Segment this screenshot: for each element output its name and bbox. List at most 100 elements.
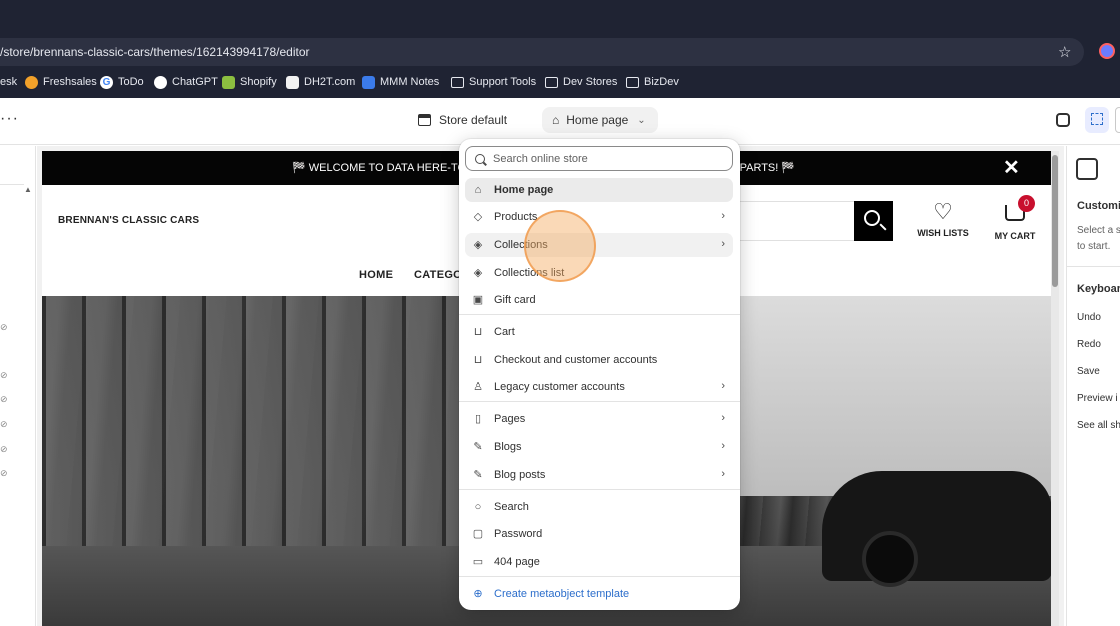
bookmark-chatgpt[interactable]: ChatGPT — [154, 74, 218, 90]
blog-post-icon: ✎ — [473, 469, 483, 481]
menu-item-search[interactable]: ○ Search — [465, 495, 733, 519]
menu-divider — [459, 314, 740, 315]
store-default-label: Store default — [439, 113, 508, 127]
page-icon: ▯ — [474, 413, 482, 425]
wish-lists-link[interactable]: ♡ WISH LISTS — [917, 199, 969, 239]
hidden-eye-icon[interactable]: ⊘ — [0, 370, 8, 380]
browser-address-row: /store/brennans-classic-cars/themes/1621… — [0, 36, 1120, 66]
profile-avatar-icon[interactable] — [1099, 43, 1115, 59]
search-icon: ○ — [474, 501, 482, 513]
menu-item-password[interactable]: ▢ Password — [465, 522, 733, 546]
bookmark-esk[interactable]: esk — [0, 74, 17, 90]
shopify-icon — [222, 75, 235, 89]
bookmarks-bar: esk Freshsales G ToDo ChatGPT Shopify DH2… — [0, 66, 1120, 98]
hidden-eye-icon[interactable]: ⊘ — [0, 322, 8, 332]
editor-top-bar: ··· Store default ⌂ Home page ⌄ — [0, 98, 1120, 145]
announcement-text: 🏁 WELCOME TO DATA HERE-TO-T — [292, 162, 477, 174]
menu-item-products[interactable]: ◇ Products › — [465, 205, 733, 229]
nav-home[interactable]: HOME — [359, 269, 393, 281]
scroll-up-icon[interactable]: ▲ — [24, 185, 32, 194]
menu-divider — [459, 489, 740, 490]
bookmark-dh2t[interactable]: DH2T.com — [286, 74, 355, 90]
search-icon — [475, 153, 485, 164]
home-icon: ⌂ — [552, 113, 560, 127]
close-icon[interactable]: ✕ — [1003, 151, 1020, 185]
bookmark-star-icon[interactable]: ☆ — [1058, 43, 1071, 61]
store-search-button[interactable] — [854, 201, 893, 241]
dh2t-icon — [286, 75, 299, 89]
settings-panel: Customiz Select a s to start. Keyboar Un… — [1066, 146, 1120, 626]
shortcut-preview: Preview i — [1077, 393, 1118, 404]
inspector-toggle-button[interactable] — [1085, 107, 1109, 133]
wish-lists-label: WISH LISTS — [917, 228, 969, 238]
chevron-right-icon: › — [721, 468, 725, 480]
address-url: /store/brennans-classic-cars/themes/1621… — [0, 45, 310, 59]
bookmark-shopify[interactable]: Shopify — [222, 74, 277, 90]
search-online-store-input[interactable]: Search online store — [465, 146, 733, 171]
address-bar[interactable]: /store/brennans-classic-cars/themes/1621… — [0, 38, 1084, 66]
error-page-icon: ▭ — [472, 556, 484, 568]
panel-title: Customiz — [1077, 200, 1120, 212]
chevron-right-icon: › — [721, 380, 725, 392]
menu-item-collections[interactable]: ◈ Collections › — [465, 233, 733, 257]
collection-icon: ◈ — [473, 239, 483, 251]
hidden-eye-icon[interactable]: ⊘ — [0, 419, 8, 429]
click-highlight-cursor — [524, 210, 596, 282]
store-default-selector[interactable]: Store default — [418, 113, 507, 127]
notes-icon — [362, 75, 375, 89]
menu-item-legacy-accounts[interactable]: ♙ Legacy customer accounts › — [465, 375, 733, 399]
bookmark-mmm-notes[interactable]: MMM Notes — [362, 74, 439, 90]
menu-item-404-page[interactable]: ▭ 404 page — [465, 550, 733, 574]
bookmark-freshsales[interactable]: Freshsales — [25, 74, 97, 90]
menu-item-collections-list[interactable]: ◈ Collections list — [465, 261, 733, 285]
hero-car — [822, 471, 1052, 587]
home-icon: ⌂ — [474, 184, 482, 196]
cart-icon: ⊔ — [473, 354, 483, 366]
create-metaobject-template-button[interactable]: ⊕ Create metaobject template — [465, 582, 733, 606]
store-icon — [418, 114, 431, 126]
menu-item-cart[interactable]: ⊔ Cart — [465, 320, 733, 344]
more-actions-button[interactable]: ··· — [0, 110, 19, 128]
bookmark-todo[interactable]: G ToDo — [100, 74, 144, 90]
search-placeholder: Search online store — [493, 152, 588, 165]
select-cursor-icon — [1091, 113, 1103, 125]
chevron-right-icon: › — [721, 238, 725, 250]
bookmark-support-tools[interactable]: Support Tools — [451, 74, 536, 90]
browser-title-bar — [0, 0, 1120, 36]
menu-item-checkout[interactable]: ⊔ Checkout and customer accounts — [465, 348, 733, 372]
panel-divider — [1067, 266, 1120, 267]
chatgpt-icon — [154, 75, 167, 89]
menu-item-blog-posts[interactable]: ✎ Blog posts › — [465, 463, 733, 487]
customize-icon — [1076, 158, 1098, 180]
menu-divider — [459, 401, 740, 402]
menu-item-gift-card[interactable]: ▣ Gift card — [465, 288, 733, 312]
preview-scrollbar[interactable] — [1051, 151, 1059, 626]
search-icon — [864, 210, 880, 226]
store-brand[interactable]: BRENNAN'S CLASSIC CARS — [58, 215, 199, 226]
menu-item-pages[interactable]: ▯ Pages › — [465, 407, 733, 431]
shortcut-undo: Undo — [1077, 312, 1101, 323]
sections-sidebar: ▲ ⊘ ⊘ ⊘ ⊘ ⊘ ⊘ — [0, 146, 36, 626]
bookmark-dev-stores[interactable]: Dev Stores — [545, 74, 617, 90]
menu-item-home-page[interactable]: ⌂ Home page — [465, 178, 733, 202]
hidden-eye-icon[interactable]: ⊘ — [0, 444, 8, 454]
my-cart-link[interactable]: 0 MY CART — [992, 195, 1038, 241]
tag-icon: ◇ — [473, 211, 483, 223]
sidebar-divider — [0, 184, 24, 185]
blog-icon: ✎ — [473, 441, 483, 453]
page-selector-label: Home page — [566, 113, 629, 127]
menu-divider — [459, 576, 740, 577]
heart-icon: ♡ — [933, 199, 953, 224]
page-selector-dropdown: Search online store ⌂ Home page ◇ Produc… — [459, 139, 740, 610]
database-icon[interactable] — [1056, 113, 1070, 127]
freshsales-icon — [25, 75, 38, 89]
see-all-shortcuts-link[interactable]: See all sh — [1077, 420, 1120, 431]
toolbar-button-partial[interactable] — [1115, 107, 1120, 133]
hidden-eye-icon[interactable]: ⊘ — [0, 394, 8, 404]
menu-item-blogs[interactable]: ✎ Blogs › — [465, 435, 733, 459]
bookmark-bizdev[interactable]: BizDev — [626, 74, 679, 90]
folder-icon — [626, 76, 639, 88]
scrollbar-thumb[interactable] — [1052, 155, 1058, 287]
hidden-eye-icon[interactable]: ⊘ — [0, 468, 8, 478]
page-selector-button[interactable]: ⌂ Home page ⌄ — [542, 107, 658, 133]
